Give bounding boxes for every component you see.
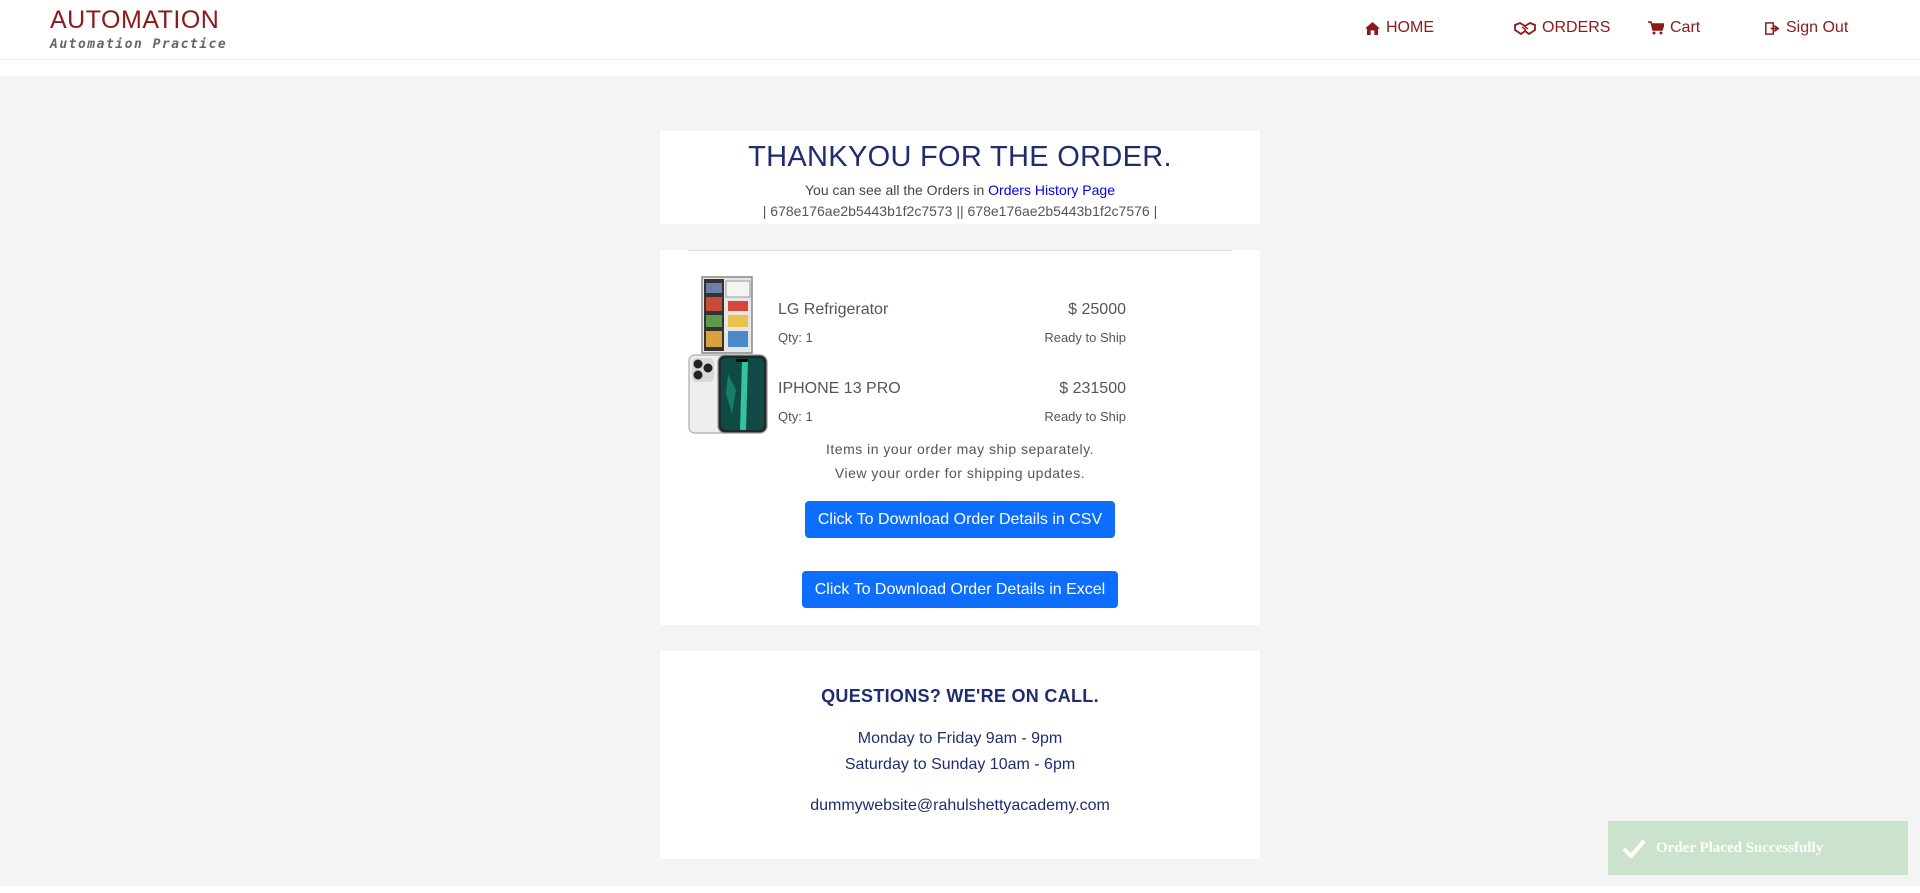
item-status: Ready to Ship: [1044, 330, 1126, 345]
list-item: LG Refrigerator $ 25000 Qty: 1 Ready to …: [688, 275, 1232, 355]
list-item: IPHONE 13 PRO $ 231500 Qty: 1 Ready to S…: [688, 354, 1232, 434]
shipping-note-line: View your order for shipping updates.: [834, 465, 1086, 481]
navbar: AUTOMATION Automation Practice HOME ORDE…: [0, 0, 1920, 60]
shipping-note: Items in your order may ship separately.…: [660, 437, 1260, 485]
order-items-card: LG Refrigerator $ 25000 Qty: 1 Ready to …: [660, 250, 1260, 625]
toast-message: Order Placed Successfully: [1656, 839, 1824, 856]
cart-icon: [1648, 21, 1664, 35]
history-line: You can see all the Orders in Orders His…: [660, 182, 1260, 198]
nav-orders[interactable]: ORDERS: [1514, 19, 1610, 37]
history-prefix: You can see all the Orders in: [805, 182, 989, 198]
item-name: IPHONE 13 PRO: [778, 380, 901, 397]
item-qty: Qty: 1: [778, 330, 813, 345]
handshake-icon: [1514, 21, 1536, 35]
nav-cart[interactable]: Cart: [1648, 19, 1700, 37]
page-title: THANKYOU FOR THE ORDER.: [748, 141, 1172, 173]
success-toast[interactable]: Order Placed Successfully: [1608, 821, 1908, 875]
divider: [688, 250, 1232, 251]
nav-cart-label: Cart: [1670, 19, 1701, 36]
nav-home-label: HOME: [1386, 19, 1434, 36]
download-excel-button[interactable]: Click To Download Order Details in Excel: [802, 571, 1118, 608]
item-price: $ 25000: [1068, 301, 1126, 318]
check-icon: [1622, 839, 1646, 858]
contact-heading: QUESTIONS? WE'RE ON CALL.: [821, 686, 1099, 706]
refrigerator-image: [701, 276, 753, 354]
item-qty: Qty: 1: [778, 409, 813, 424]
contact-card: QUESTIONS? WE'RE ON CALL. Monday to Frid…: [660, 651, 1260, 859]
nav-orders-label: ORDERS: [1542, 19, 1611, 36]
contact-email: dummywebsite@rahulshettyacademy.com: [810, 797, 1110, 814]
download-csv-button[interactable]: Click To Download Order Details in CSV: [805, 501, 1115, 538]
order-ids: | 678e176ae2b5443b1f2c7573 || 678e176ae2…: [762, 203, 1158, 219]
weekend-hours: Saturday to Sunday 10am - 6pm: [844, 756, 1076, 773]
home-icon: [1365, 21, 1380, 35]
confirmation-card: THANKYOU FOR THE ORDER. You can see all …: [660, 131, 1260, 224]
item-status: Ready to Ship: [1044, 409, 1126, 424]
item-name: LG Refrigerator: [778, 301, 889, 318]
brand-logo[interactable]: AUTOMATION Automation Practice: [50, 6, 227, 52]
item-price: $ 231500: [1059, 380, 1126, 397]
brand-title: AUTOMATION: [50, 6, 220, 34]
weekday-hours: Monday to Friday 9am - 9pm: [857, 730, 1063, 747]
shipping-note-line: Items in your order may ship separately.: [826, 441, 1094, 457]
nav-signout-label: Sign Out: [1786, 19, 1849, 36]
iphone-image: [688, 354, 768, 434]
sign-out-icon: [1765, 21, 1780, 35]
contact-hours: Monday to Friday 9am - 9pm Saturday to S…: [660, 726, 1260, 778]
nav-signout[interactable]: Sign Out: [1765, 19, 1848, 37]
nav-home[interactable]: HOME: [1365, 19, 1434, 37]
orders-history-link[interactable]: Orders History Page: [988, 182, 1115, 198]
brand-subtitle: Automation Practice: [50, 37, 228, 52]
